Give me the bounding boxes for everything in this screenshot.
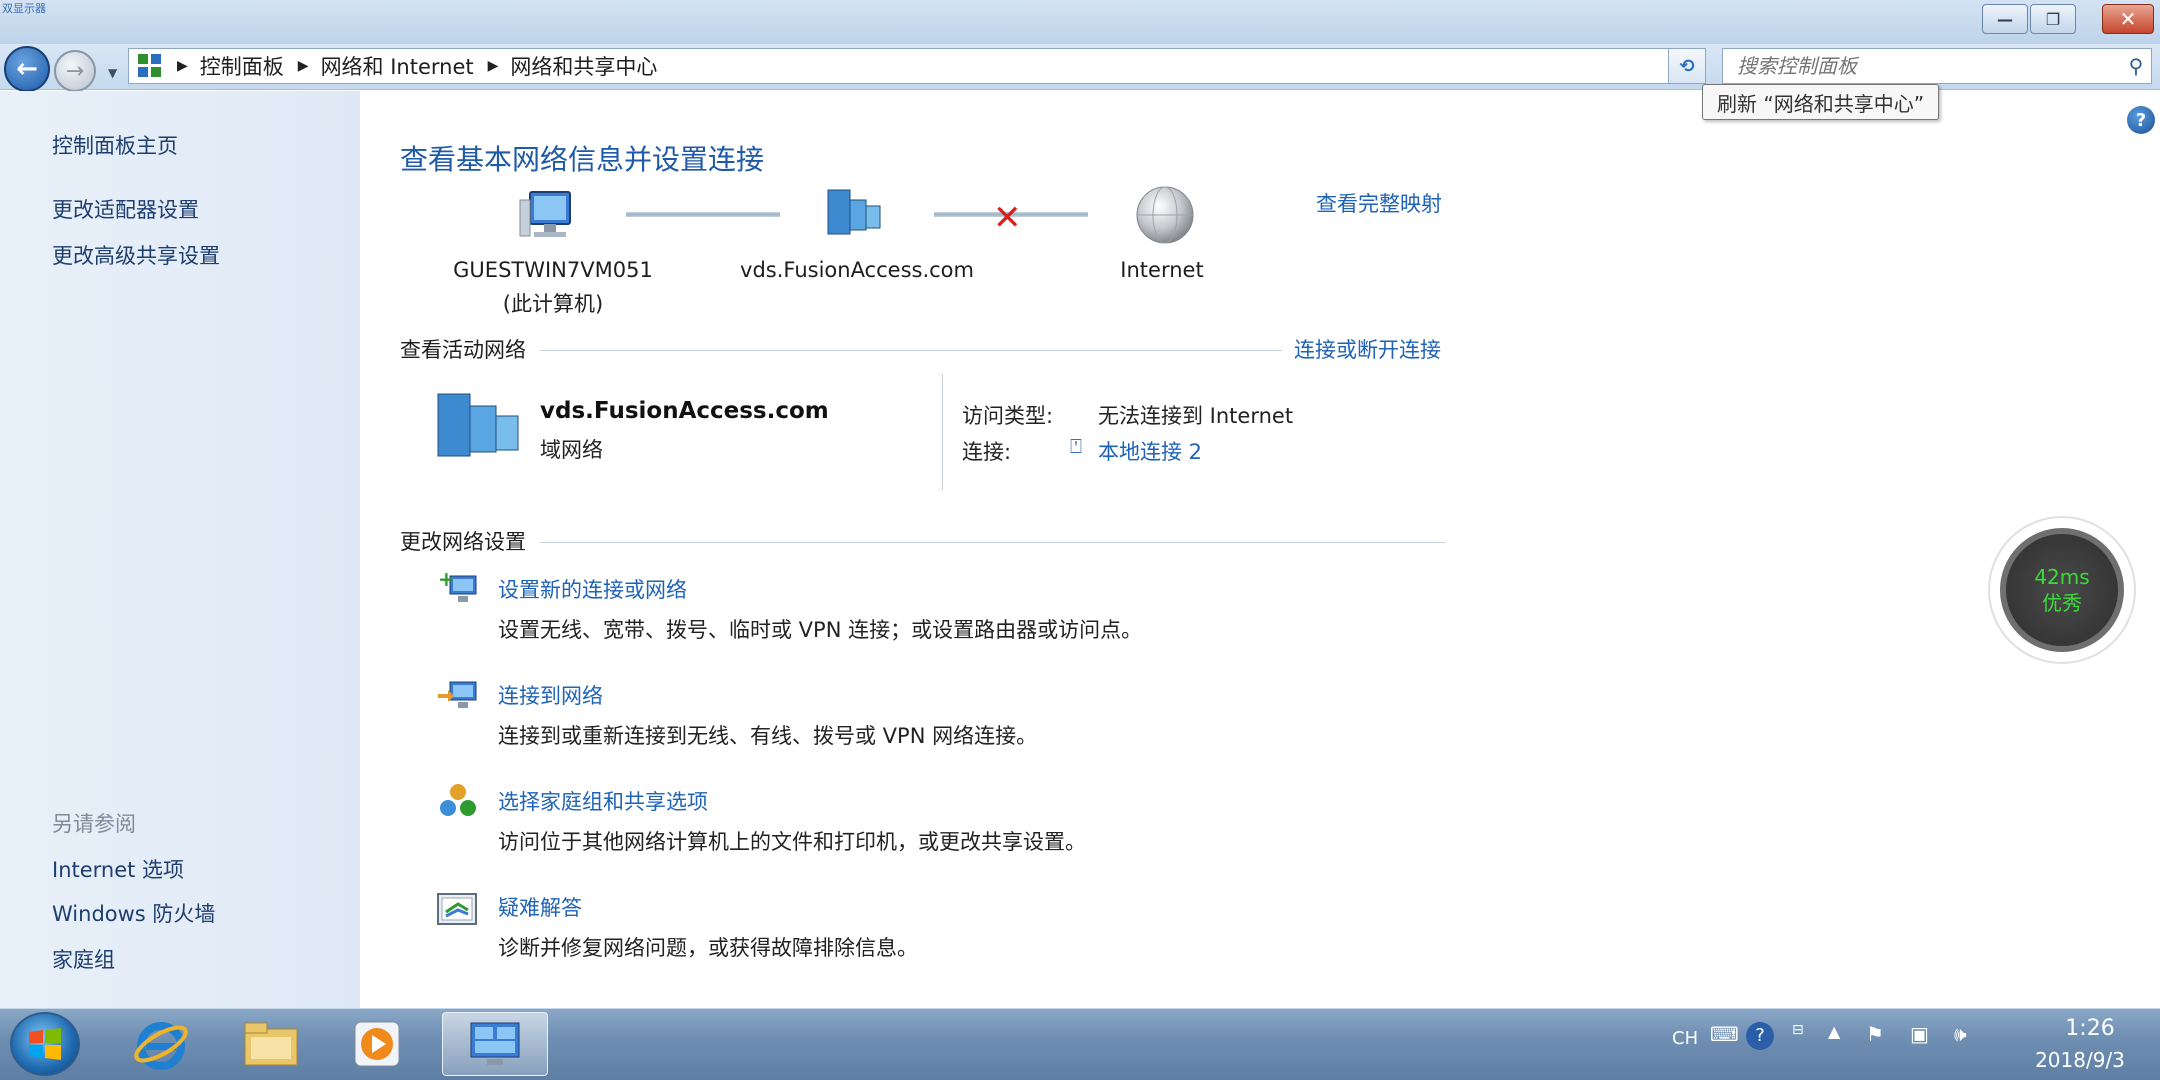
minimize-button[interactable]: —	[1982, 4, 2028, 34]
connect-network-icon	[436, 676, 480, 716]
troubleshoot-icon	[436, 890, 480, 930]
sidebar-item-homegroup[interactable]: 家庭组	[52, 944, 115, 974]
ping-latency: 42ms	[2034, 565, 2090, 589]
search-box[interactable]: ⚲	[1722, 48, 2152, 84]
computer-icon	[518, 186, 580, 248]
change-settings-heading: 更改网络设置	[400, 530, 526, 554]
refresh-button[interactable]: ⟲	[1668, 48, 1706, 84]
action-center-flag-icon[interactable]: ⚑	[1866, 1022, 1884, 1046]
network-tray-icon[interactable]: ▣	[1910, 1022, 1929, 1046]
connect-network-desc: 连接到或重新连接到无线、有线、拨号或 VPN 网络连接。	[498, 724, 1038, 748]
setup-connection-link[interactable]: 设置新的连接或网络	[498, 574, 687, 604]
breadcrumb-separator-icon[interactable]: ▶	[298, 58, 309, 74]
new-connection-icon: +	[436, 567, 480, 608]
node-internet-name: Internet	[1120, 258, 1204, 282]
domain-network-icon	[434, 390, 524, 464]
history-dropdown-icon[interactable]: ▼	[108, 66, 117, 80]
breadcrumb-separator-icon[interactable]: ▶	[488, 58, 499, 74]
windows-logo-icon	[29, 1028, 61, 1060]
sidebar-item-windows-firewall[interactable]: Windows 防火墙	[52, 898, 215, 928]
tray-options-icon[interactable]: ⊟	[1792, 1022, 1804, 1038]
forward-arrow-icon: →	[65, 58, 85, 84]
search-input[interactable]	[1737, 51, 2121, 81]
svg-text:+: +	[438, 568, 455, 591]
forward-button[interactable]: →	[54, 50, 96, 92]
control-panel-icon	[137, 53, 163, 79]
breadcrumb-separator-icon[interactable]: ▶	[177, 58, 188, 74]
active-networks-heading: 查看活动网络	[400, 338, 526, 362]
access-type-label: 访问类型:	[962, 404, 1054, 428]
globe-icon	[1134, 184, 1196, 250]
clock-time[interactable]: 1:26	[2040, 1016, 2140, 1041]
page-title: 查看基本网络信息并设置连接	[400, 143, 765, 176]
connection-line	[626, 212, 780, 217]
taskbar	[0, 1008, 2160, 1080]
see-also-heading: 另请参阅	[52, 812, 136, 836]
domain-network-icon	[826, 186, 884, 240]
clock-date[interactable]: 2018/9/3	[2010, 1048, 2150, 1072]
setup-connection-desc: 设置无线、宽带、拨号、临时或 VPN 连接；或设置路由器或访问点。	[498, 618, 1143, 642]
breadcrumb-network-sharing-center[interactable]: 网络和共享中心	[510, 51, 657, 81]
refresh-icon: ⟲	[1679, 55, 1695, 77]
language-indicator[interactable]: CH	[1672, 1028, 1698, 1049]
breadcrumb-control-panel[interactable]: 控制面板	[200, 51, 284, 81]
network-adapter-icon: ⍞	[1070, 434, 1082, 458]
close-button[interactable]: ✕	[2102, 4, 2154, 34]
control-panel-icon	[470, 1022, 520, 1065]
ping-widget-dial: 42ms 优秀	[2000, 528, 2124, 652]
corner-label: 双显示器	[2, 2, 46, 15]
disconnected-icon: ✕	[993, 198, 1022, 238]
ping-widget[interactable]: 42ms 优秀	[1988, 516, 2136, 664]
sidebar-item-internet-options[interactable]: Internet 选项	[52, 854, 184, 884]
sidebar-item-adapter-settings[interactable]: 更改适配器设置	[52, 194, 199, 224]
homegroup-desc: 访问位于其他网络计算机上的文件和打印机，或更改共享设置。	[498, 830, 1086, 854]
refresh-tooltip: 刷新 “网络和共享中心”	[1702, 84, 1940, 120]
back-arrow-icon: ←	[16, 54, 38, 84]
sidebar-item-advanced-sharing[interactable]: 更改高级共享设置	[52, 240, 220, 270]
node-computer-sublabel: (此计算机)	[502, 292, 604, 316]
start-button[interactable]	[10, 1012, 80, 1076]
breadcrumb-network-internet[interactable]: 网络和 Internet	[321, 51, 474, 81]
address-bar[interactable]: ▶ 控制面板 ▶ 网络和 Internet ▶ 网络和共享中心 ▼	[128, 48, 1702, 84]
troubleshoot-link[interactable]: 疑难解答	[498, 892, 582, 922]
volume-icon[interactable]: 🕪	[1954, 1022, 1967, 1046]
homegroup-link[interactable]: 选择家庭组和共享选项	[498, 786, 708, 816]
keyboard-icon[interactable]: ⌨	[1710, 1022, 1739, 1046]
active-network-name: vds.FusionAccess.com	[540, 398, 829, 424]
control-panel-taskbar-button[interactable]	[442, 1012, 548, 1076]
connection-label: 连接:	[962, 440, 1012, 464]
full-map-link[interactable]: 查看完整映射	[1316, 188, 1442, 218]
media-player-icon[interactable]	[334, 1012, 420, 1076]
section-divider	[540, 542, 1446, 543]
internet-explorer-icon[interactable]	[118, 1012, 204, 1076]
homegroup-icon	[436, 782, 480, 822]
node-domain-name: vds.FusionAccess.com	[740, 258, 974, 282]
help-tray-icon[interactable]: ?	[1746, 1022, 1774, 1050]
connect-disconnect-link[interactable]: 连接或断开连接	[1294, 334, 1441, 364]
section-divider	[540, 350, 1282, 351]
sidebar-item-control-panel-home[interactable]: 控制面板主页	[52, 130, 178, 160]
restore-button[interactable]: ❐	[2030, 4, 2076, 34]
connect-network-link[interactable]: 连接到网络	[498, 680, 603, 710]
access-type-value: 无法连接到 Internet	[1098, 404, 1294, 428]
file-explorer-icon[interactable]	[228, 1012, 314, 1076]
local-connection-link[interactable]: 本地连接 2	[1098, 436, 1202, 466]
show-hidden-icons[interactable]: ▲	[1828, 1022, 1840, 1041]
title-bar: 双显示器 — ❐ ✕	[0, 0, 2160, 46]
help-icon[interactable]: ?	[2127, 106, 2155, 134]
node-computer-name: GUESTWIN7VM051	[453, 258, 653, 282]
back-button[interactable]: ←	[4, 46, 50, 92]
vertical-divider	[942, 374, 943, 490]
search-icon[interactable]: ⚲	[2121, 54, 2151, 78]
ping-quality: 优秀	[2042, 591, 2082, 615]
troubleshoot-desc: 诊断并修复网络问题，或获得故障排除信息。	[498, 936, 918, 960]
active-network-type: 域网络	[540, 438, 603, 462]
